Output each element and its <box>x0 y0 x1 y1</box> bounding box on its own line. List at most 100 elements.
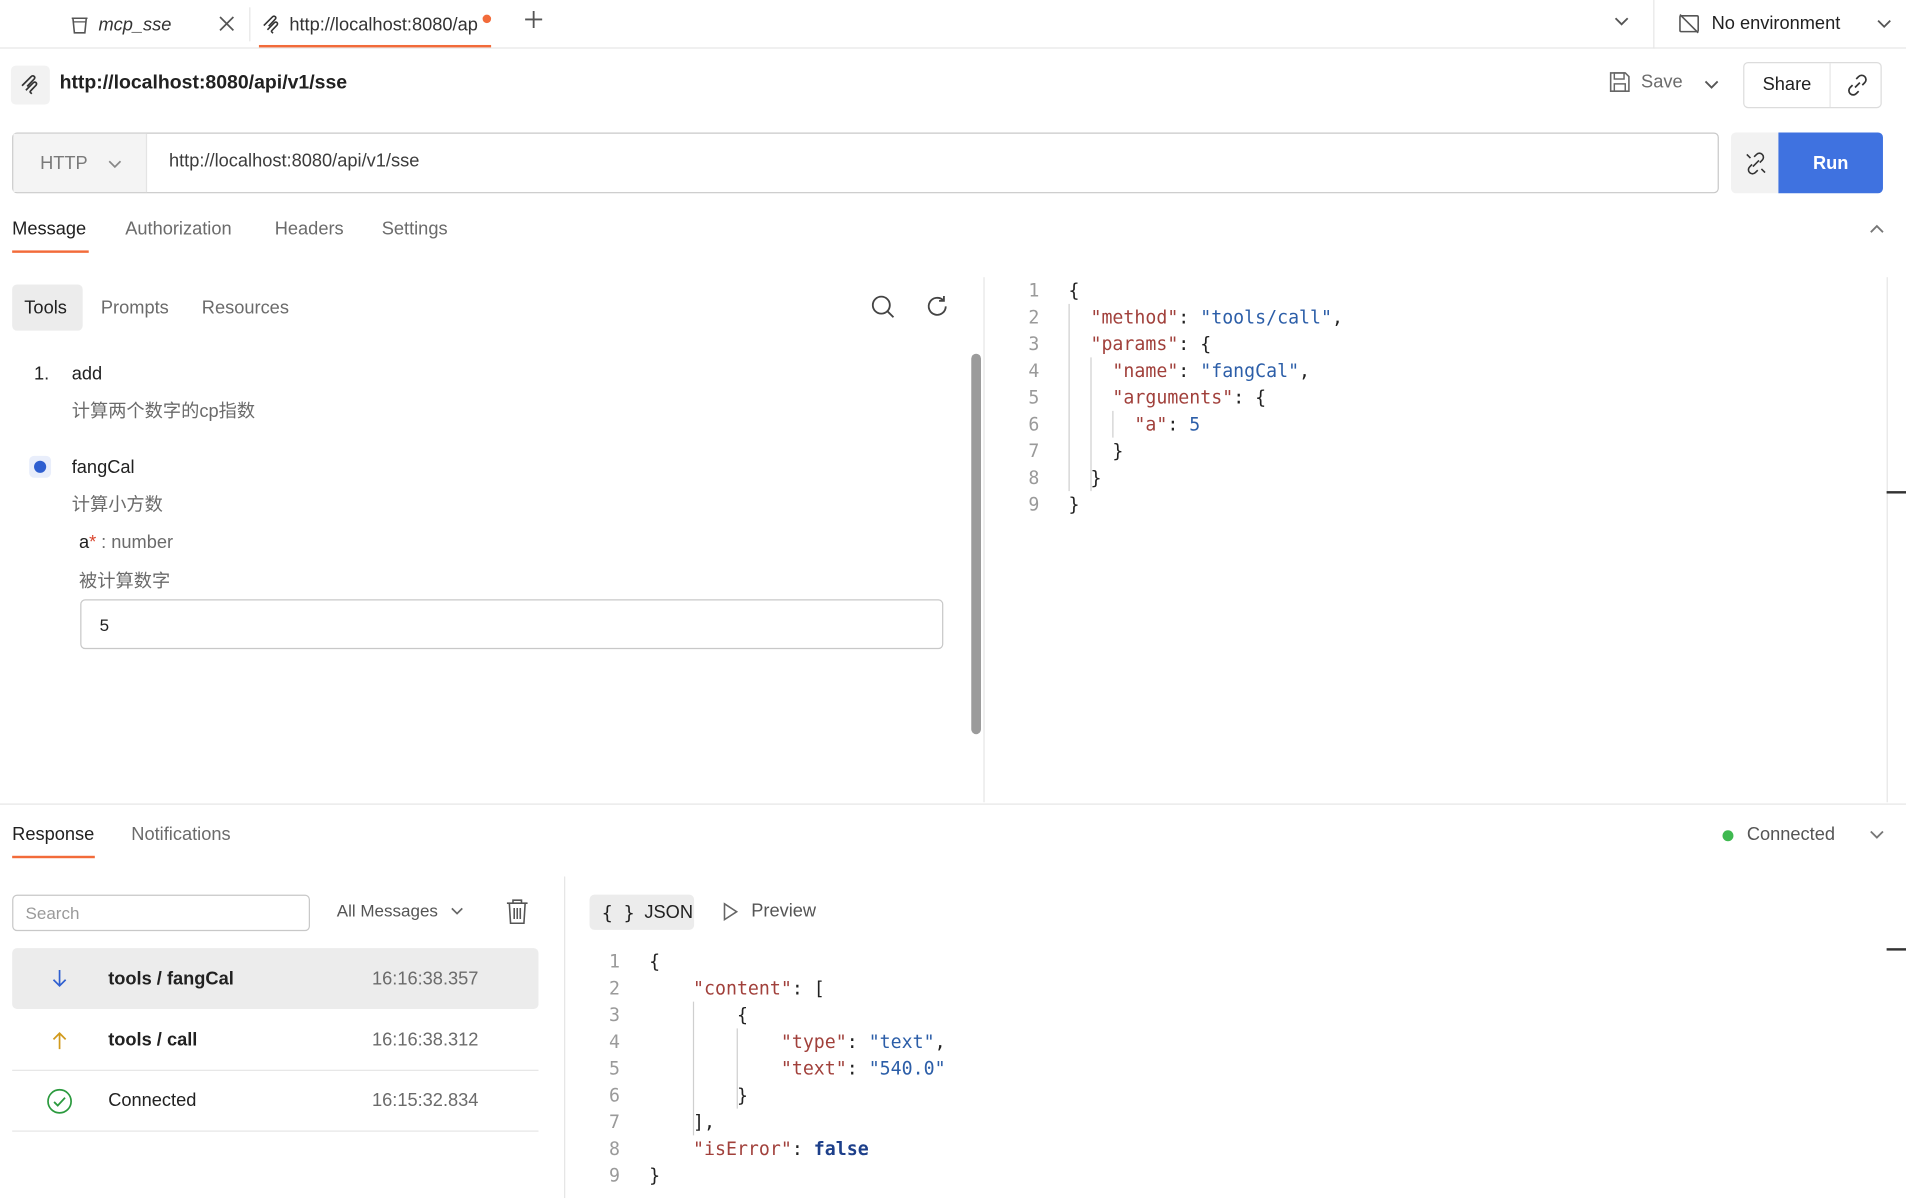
chevron-down-icon <box>450 903 465 918</box>
save-button[interactable]: Save <box>1608 71 1683 94</box>
no-environment-icon <box>1678 12 1701 35</box>
chevron-up-icon[interactable] <box>1868 220 1885 237</box>
chevron-down-icon[interactable] <box>1703 75 1720 92</box>
message-name: tools / fangCal <box>108 968 234 989</box>
code-line: } <box>1068 466 1102 489</box>
close-icon[interactable] <box>219 16 235 32</box>
line-number: 1 <box>608 950 620 973</box>
code-line: } <box>1068 493 1080 516</box>
param-label: a * : number <box>79 532 173 553</box>
active-tab-underline <box>12 855 95 859</box>
message-row[interactable]: Connected 16:15:32.834 <box>12 1071 539 1132</box>
tool-description: 计算两个数字的cp指数 <box>71 401 256 422</box>
environment-selector[interactable]: No environment <box>1678 0 1893 46</box>
check-circle-icon <box>46 1088 73 1115</box>
code-line: } <box>649 1084 748 1107</box>
share-button[interactable]: Share <box>1763 74 1812 95</box>
response-divider[interactable] <box>564 876 566 1198</box>
message-time: 16:16:38.312 <box>371 1029 479 1051</box>
plus-icon[interactable] <box>523 9 545 31</box>
braces-icon: { } <box>601 901 635 924</box>
filter-label: All Messages <box>336 900 438 921</box>
line-number: 9 <box>608 1164 620 1187</box>
outgoing-arrow-icon <box>50 1030 69 1052</box>
message-row[interactable]: tools / call 16:16:38.312 <box>12 1010 539 1071</box>
section-divider[interactable] <box>0 803 1906 805</box>
message-filter-dropdown[interactable]: All Messages <box>337 901 465 920</box>
run-button[interactable]: Run <box>1778 132 1883 194</box>
tab-message[interactable]: Message <box>12 216 86 243</box>
subtab-prompts[interactable]: Prompts <box>101 284 169 330</box>
code-line: "a": 5 <box>1134 413 1201 436</box>
chevron-down-icon[interactable] <box>1868 825 1885 842</box>
disconnect-button[interactable] <box>1731 132 1780 194</box>
code-line: "params": { <box>1090 333 1212 355</box>
line-number: 5 <box>1028 386 1040 409</box>
search-input[interactable]: Search <box>12 894 310 932</box>
required-mark: * <box>89 532 97 554</box>
code-line: "isError": false <box>693 1137 869 1160</box>
request-title[interactable]: http://localhost:8080/api/v1/sse <box>60 71 348 98</box>
environment-label: No environment <box>1711 12 1841 34</box>
url-input[interactable]: http://localhost:8080/api/v1/sse <box>169 151 419 172</box>
tab-mcp-sse[interactable]: mcp_sse <box>69 0 239 49</box>
tool-name[interactable]: fangCal <box>72 457 135 478</box>
disconnect-icon <box>1744 152 1767 175</box>
tab-settings[interactable]: Settings <box>382 216 448 243</box>
line-number: 6 <box>608 1084 620 1107</box>
chevron-down-icon[interactable] <box>1613 12 1630 29</box>
line-number: 4 <box>608 1030 620 1053</box>
collection-icon <box>69 14 90 35</box>
code-line: "content": [ <box>693 977 825 1000</box>
subtab-tools[interactable]: Tools <box>12 284 83 331</box>
search-icon[interactable] <box>870 294 896 320</box>
active-tab-indicator <box>258 44 492 48</box>
request-body-editor[interactable]: 1 2 3 4 5 6 7 8 9 { "method": "tools/call", "par… <box>997 277 1884 520</box>
method-selector[interactable]: HTTP <box>13 133 148 193</box>
save-label: Save <box>1641 71 1683 93</box>
share-button-group: Share <box>1743 61 1882 109</box>
link-icon[interactable] <box>1845 73 1869 97</box>
code-line: } <box>1068 440 1124 462</box>
connection-status: Connected <box>1722 822 1835 849</box>
mcp-icon <box>261 14 282 35</box>
tab-authorization[interactable]: Authorization <box>125 216 231 243</box>
method-label: HTTP <box>40 152 88 174</box>
url-bar: HTTP http://localhost:8080/api/v1/sse <box>12 132 1719 194</box>
play-icon <box>722 901 739 921</box>
pane-divider[interactable] <box>983 277 985 803</box>
subtab-resources[interactable]: Resources <box>202 284 289 330</box>
tab-divider <box>249 7 251 42</box>
tool-name: add <box>71 363 103 385</box>
share-divider <box>1829 63 1831 107</box>
tab-sse-request[interactable]: http://localhost:8080/ap <box>261 0 492 49</box>
tool-index: 1. <box>34 363 50 385</box>
code-line: } <box>649 1164 661 1187</box>
view-preview-tab[interactable]: Preview <box>722 900 817 922</box>
line-number: 7 <box>1028 440 1040 462</box>
scrollbar[interactable] <box>971 353 981 735</box>
tool-radio-selected[interactable] <box>29 455 52 478</box>
param-a-input[interactable]: 5 <box>80 599 944 650</box>
refresh-icon[interactable] <box>925 294 949 318</box>
trash-icon[interactable] <box>506 898 529 925</box>
tab-notifications[interactable]: Notifications <box>131 822 230 849</box>
tab-label: http://localhost:8080/ap <box>289 13 478 35</box>
code-line: { <box>649 1004 748 1026</box>
tab-headers[interactable]: Headers <box>275 216 344 243</box>
request-type-badge <box>10 65 50 105</box>
param-type: : number <box>101 532 174 554</box>
tab-response[interactable]: Response <box>12 822 94 849</box>
line-number: 2 <box>1028 306 1040 329</box>
view-json-tab[interactable]: { } JSON <box>589 894 695 930</box>
tab-bar: mcp_sse http://localhost:8080/ap No envi… <box>0 0 1906 49</box>
line-number: 8 <box>608 1137 620 1160</box>
preview-label: Preview <box>751 900 817 922</box>
line-number: 2 <box>608 977 620 1000</box>
message-row[interactable]: tools / fangCal 16:16:38.357 <box>12 948 539 1009</box>
code-line: { <box>649 950 661 973</box>
response-body-viewer[interactable]: 1 2 3 4 5 6 7 8 9 { "content": [ { "type": "text… <box>577 948 1884 1198</box>
env-divider <box>1653 0 1655 49</box>
message-name: tools / call <box>108 1029 198 1051</box>
line-number: 7 <box>608 1111 620 1133</box>
